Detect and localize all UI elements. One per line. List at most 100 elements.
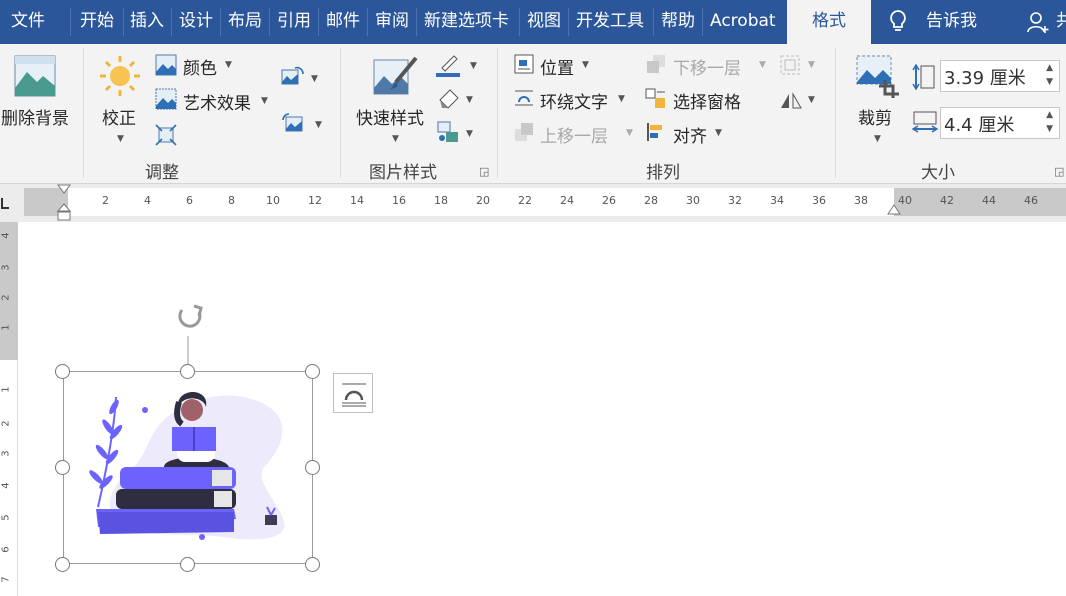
chevron-down-icon: ▼ — [626, 128, 633, 138]
remove-background-icon[interactable] — [13, 54, 57, 98]
picture-effects-icon[interactable] — [436, 86, 460, 110]
ruler-number: 10 — [266, 194, 280, 207]
chevron-down-icon[interactable]: ▼ — [261, 96, 268, 106]
chevron-down-icon[interactable]: ▼ — [315, 120, 322, 130]
tab-design[interactable]: 设计 — [179, 0, 213, 44]
selected-picture[interactable] — [63, 371, 313, 564]
compress-pictures-icon[interactable] — [155, 124, 177, 146]
share-person-icon[interactable] — [1026, 10, 1050, 34]
rotate-objects-icon[interactable] — [779, 88, 803, 110]
ribbon-separator — [835, 48, 836, 178]
ribbon-format: 删除背景 校正 ▼ 颜色 ▼ 艺术效果 ▼ ▼ ▼ 调整 快速样式 ▼ ▼ ▼ … — [0, 44, 1066, 184]
spin-up-icon[interactable]: ▲ — [1046, 63, 1053, 73]
tab-separator — [416, 8, 417, 36]
resize-handle-bottom-right[interactable] — [305, 557, 320, 572]
artistic-effects-label[interactable]: 艺术效果 — [183, 89, 251, 114]
ruler-number: 8 — [228, 194, 235, 207]
ruler-number: 4 — [144, 194, 151, 207]
ribbon-separator — [83, 48, 84, 178]
chevron-down-icon[interactable]: ▼ — [117, 134, 124, 144]
tell-me-box[interactable]: 告诉我 — [926, 0, 977, 44]
resize-handle-right[interactable] — [305, 460, 320, 475]
share-label[interactable]: 共 — [1056, 0, 1066, 44]
tab-help[interactable]: 帮助 — [661, 0, 695, 44]
ruler-top-margin — [0, 222, 18, 360]
resize-handle-top[interactable] — [180, 364, 195, 379]
lightbulb-icon — [890, 10, 906, 31]
dialog-launcher-icon[interactable]: ◲ — [1054, 165, 1064, 178]
vertical-ruler[interactable]: 4 3 2 1 1 1 2 3 4 5 6 7 — [0, 222, 18, 596]
color-picture-icon[interactable] — [155, 54, 177, 76]
selection-pane-icon[interactable] — [645, 88, 667, 110]
corrections-sun-icon[interactable] — [98, 54, 142, 98]
resize-handle-bottom[interactable] — [180, 557, 195, 572]
resize-handle-top-left[interactable] — [55, 364, 70, 379]
chevron-down-icon[interactable]: ▼ — [470, 61, 477, 71]
tab-mailings[interactable]: 邮件 — [326, 0, 360, 44]
position-label[interactable]: 位置 — [540, 54, 574, 79]
artistic-effects-icon[interactable] — [155, 88, 177, 110]
chevron-down-icon[interactable]: ▼ — [392, 134, 399, 144]
spin-down-icon[interactable]: ▼ — [1046, 124, 1053, 134]
dialog-launcher-icon[interactable]: ◲ — [479, 165, 489, 178]
chevron-down-icon[interactable]: ▼ — [582, 60, 589, 70]
shape-height-input[interactable]: 3.39 厘米 ▲ ▼ — [940, 60, 1060, 92]
ruler-number: 7 — [0, 576, 12, 583]
chevron-down-icon[interactable]: ▼ — [225, 60, 232, 70]
tab-new-tab[interactable]: 新建选项卡 — [424, 0, 509, 44]
tab-acrobat[interactable]: Acrobat — [710, 0, 776, 44]
remove-background-label[interactable]: 删除背景 — [1, 104, 69, 129]
crop-label[interactable]: 裁剪 — [858, 104, 892, 129]
spin-down-icon[interactable]: ▼ — [1046, 77, 1053, 87]
align-label[interactable]: 对齐 — [673, 122, 707, 147]
chevron-down-icon[interactable]: ▼ — [311, 74, 318, 84]
color-label[interactable]: 颜色 — [183, 54, 217, 79]
change-picture-icon[interactable] — [281, 66, 305, 88]
quick-styles-icon[interactable] — [372, 54, 418, 100]
resize-handle-bottom-left[interactable] — [55, 557, 70, 572]
tab-layout[interactable]: 布局 — [228, 0, 262, 44]
ruler-number: 44 — [982, 194, 996, 207]
chevron-down-icon[interactable]: ▼ — [466, 95, 473, 105]
tab-separator — [653, 8, 654, 36]
position-icon[interactable] — [514, 54, 534, 74]
crop-icon[interactable] — [855, 54, 901, 100]
picture-border-icon[interactable] — [436, 52, 460, 78]
chevron-down-icon[interactable]: ▼ — [466, 129, 473, 139]
chevron-down-icon[interactable]: ▼ — [618, 94, 625, 104]
align-icon[interactable] — [646, 122, 666, 142]
tab-developer[interactable]: 开发工具 — [576, 0, 644, 44]
ruler-number: 38 — [854, 194, 868, 207]
resize-handle-top-right[interactable] — [305, 364, 320, 379]
spin-up-icon[interactable]: ▲ — [1046, 110, 1053, 120]
corrections-label[interactable]: 校正 — [102, 104, 136, 129]
horizontal-ruler[interactable]: 2 4 6 8 10 12 14 16 18 20 22 24 26 28 30… — [0, 184, 1066, 222]
tab-format[interactable]: 格式 — [787, 0, 871, 44]
shape-width-input[interactable]: 4.4 厘米 ▲ ▼ — [940, 107, 1060, 139]
ribbon-separator — [497, 48, 498, 178]
tab-references[interactable]: 引用 — [277, 0, 311, 44]
picture-layout-icon[interactable] — [436, 120, 460, 144]
shape-height-icon — [912, 64, 935, 90]
chevron-down-icon[interactable]: ▼ — [874, 134, 881, 144]
tab-separator — [367, 8, 368, 36]
tab-insert[interactable]: 插入 — [130, 0, 164, 44]
reading-woman-illustration — [89, 392, 285, 540]
reset-picture-icon[interactable] — [281, 112, 305, 134]
size-group-label: 大小 — [921, 163, 955, 183]
chevron-down-icon[interactable]: ▼ — [808, 95, 815, 105]
tab-view[interactable]: 视图 — [527, 0, 561, 44]
wrap-text-icon[interactable] — [514, 88, 534, 108]
ruler-number: 1 — [0, 386, 12, 393]
chevron-down-icon[interactable]: ▼ — [715, 128, 722, 138]
indent-marker-icon[interactable] — [57, 184, 71, 222]
tab-selector-icon[interactable] — [0, 196, 10, 210]
quick-styles-label[interactable]: 快速样式 — [356, 104, 424, 129]
tab-file[interactable]: 文件 — [11, 0, 45, 44]
tab-review[interactable]: 审阅 — [375, 0, 409, 44]
wrap-text-label[interactable]: 环绕文字 — [540, 88, 608, 113]
resize-handle-left[interactable] — [55, 460, 70, 475]
tab-home[interactable]: 开始 — [80, 0, 114, 44]
layout-options-button[interactable] — [333, 373, 373, 413]
selection-pane-label[interactable]: 选择窗格 — [673, 88, 741, 113]
